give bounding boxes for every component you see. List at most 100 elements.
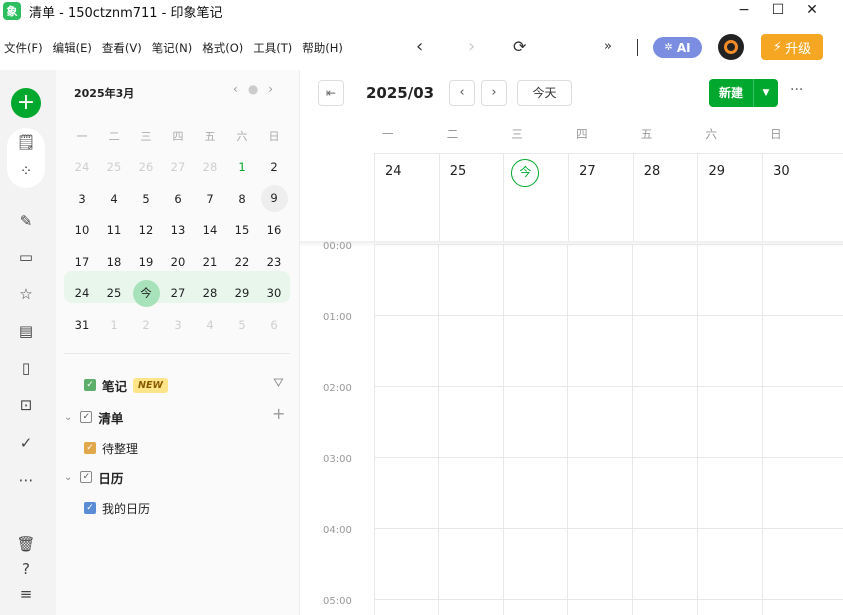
mini-day[interactable]: 27 xyxy=(162,160,194,174)
menu-file[interactable]: 文件(F) xyxy=(4,40,43,56)
mini-day[interactable]: 17 xyxy=(66,255,98,269)
mini-day[interactable]: 25 xyxy=(98,160,130,174)
help-icon[interactable]: ? xyxy=(16,559,36,579)
tree-item-lists[interactable]: ⌄ ✓ 清单 xyxy=(64,407,123,427)
day-cell[interactable]: 24 xyxy=(374,154,439,244)
mini-day-today[interactable]: 今 xyxy=(130,279,162,307)
day-cell[interactable]: 29 xyxy=(697,154,762,244)
trash-icon[interactable]: 🗑 xyxy=(16,534,36,554)
next-month-icon[interactable]: › xyxy=(268,82,273,96)
mini-day[interactable]: 28 xyxy=(194,286,226,300)
more-options-icon[interactable]: ··· xyxy=(790,82,803,98)
chevron-down-icon[interactable]: ⌄ xyxy=(64,412,72,423)
mini-day[interactable]: 14 xyxy=(194,223,226,237)
more-icon[interactable]: ⋯ xyxy=(16,470,36,490)
next-week-button[interactable]: › xyxy=(481,80,507,106)
day-cell[interactable]: 28 xyxy=(632,154,698,244)
mini-day[interactable]: 23 xyxy=(258,255,290,269)
upgrade-button[interactable]: ⚡ 升级 xyxy=(761,34,823,60)
tree-item-my-calendar[interactable]: ✓ 我的日历 xyxy=(84,498,150,518)
mini-day[interactable]: 22 xyxy=(226,255,258,269)
mini-day[interactable]: 4 xyxy=(194,318,226,332)
mini-day[interactable]: 1 xyxy=(98,318,130,332)
checkbox-checked-icon[interactable]: ✓ xyxy=(84,379,96,391)
tree-item-notes[interactable]: ✓ 笔记 NEW xyxy=(84,375,168,395)
tree-item-calendar[interactable]: ⌄ ✓ 日历 xyxy=(64,467,123,487)
bag-icon[interactable]: ⊡ xyxy=(16,395,36,415)
sync-icon[interactable]: ⟳ xyxy=(513,37,526,56)
mini-day[interactable]: 3 xyxy=(162,318,194,332)
mini-day[interactable]: 15 xyxy=(226,223,258,237)
time-grid[interactable] xyxy=(374,244,843,615)
minimize-button[interactable]: − xyxy=(727,0,761,20)
today-button[interactable]: 今天 xyxy=(517,80,572,106)
settings-list-icon[interactable]: ≡ xyxy=(16,584,36,604)
mini-day[interactable]: 13 xyxy=(162,223,194,237)
notebook-icon[interactable]: ▯ xyxy=(16,358,36,378)
task-check-icon[interactable]: ✓ xyxy=(16,433,36,453)
mini-day[interactable]: 2 xyxy=(130,318,162,332)
mini-day[interactable]: 29 xyxy=(226,286,258,300)
mini-day[interactable]: 19 xyxy=(130,255,162,269)
caret-down-icon[interactable]: ▼ xyxy=(754,79,778,107)
mini-day[interactable]: 24 xyxy=(66,286,98,300)
filter-icon[interactable]: ⛛ xyxy=(273,376,284,391)
mini-day[interactable]: 5 xyxy=(130,192,162,206)
new-button[interactable]: 新建 ▼ xyxy=(709,79,778,107)
mini-day[interactable]: 20 xyxy=(162,255,194,269)
back-arrow-icon[interactable]: ‹ xyxy=(416,36,423,57)
menu-help[interactable]: 帮助(H) xyxy=(302,40,343,56)
menu-note[interactable]: 笔记(N) xyxy=(152,40,193,56)
collapse-sidebar-icon[interactable]: ⇤ xyxy=(318,80,344,106)
mini-day-selected[interactable]: 9 xyxy=(258,185,290,213)
day-cell[interactable]: 25 xyxy=(438,154,504,244)
mini-day[interactable]: 7 xyxy=(194,192,226,206)
maximize-button[interactable]: ☐ xyxy=(761,0,795,20)
mini-day[interactable]: 6 xyxy=(258,318,290,332)
mini-day[interactable]: 8 xyxy=(226,192,258,206)
mini-day[interactable]: 25 xyxy=(98,286,130,300)
menu-view[interactable]: 查看(V) xyxy=(102,40,142,56)
ai-button[interactable]: ✲ AI xyxy=(653,37,702,58)
mini-day[interactable]: 11 xyxy=(98,223,130,237)
mini-day[interactable]: 1 xyxy=(226,160,258,174)
notes-icon[interactable]: ▤ xyxy=(16,321,36,341)
checkbox-checked-icon[interactable]: ✓ xyxy=(84,502,96,514)
chevron-down-icon[interactable]: ⌄ xyxy=(64,472,72,483)
checkbox-checked-icon[interactable]: ✓ xyxy=(80,471,93,483)
mini-day[interactable]: 6 xyxy=(162,192,194,206)
mini-day[interactable]: 2 xyxy=(258,160,290,174)
mini-day[interactable]: 4 xyxy=(98,192,130,206)
forward-arrow-icon[interactable]: › xyxy=(468,36,475,57)
day-cell-today[interactable]: 今 xyxy=(503,154,568,244)
current-dot-icon[interactable]: ● xyxy=(248,82,258,96)
mini-day[interactable]: 5 xyxy=(226,318,258,332)
add-icon[interactable]: + xyxy=(11,88,41,118)
checkbox-checked-icon[interactable]: ✓ xyxy=(80,411,93,423)
day-cell[interactable]: 30 xyxy=(762,154,827,244)
menu-edit[interactable]: 编辑(E) xyxy=(53,40,92,56)
expand-toolbar-icon[interactable]: » xyxy=(604,39,612,54)
new-note-icon[interactable]: 🗒 xyxy=(16,132,36,152)
mini-day[interactable]: 31 xyxy=(66,318,98,332)
mini-day[interactable]: 27 xyxy=(162,286,194,300)
mini-day[interactable]: 16 xyxy=(258,223,290,237)
mini-day[interactable]: 21 xyxy=(194,255,226,269)
close-button[interactable]: ✕ xyxy=(795,0,829,20)
mini-day[interactable]: 24 xyxy=(66,160,98,174)
mini-day[interactable]: 18 xyxy=(98,255,130,269)
tree-item-pending[interactable]: ✓ 待整理 xyxy=(84,438,138,458)
apps-grid-icon[interactable]: ⁘ xyxy=(16,161,36,181)
prev-month-icon[interactable]: ‹ xyxy=(233,82,238,96)
mini-day[interactable]: 28 xyxy=(194,160,226,174)
day-cell[interactable]: 27 xyxy=(568,154,633,244)
menu-format[interactable]: 格式(O) xyxy=(202,40,243,56)
avatar[interactable] xyxy=(718,34,744,60)
mini-day[interactable]: 26 xyxy=(130,160,162,174)
star-icon[interactable]: ☆ xyxy=(16,284,36,304)
mini-day[interactable]: 30 xyxy=(258,286,290,300)
mini-day[interactable]: 10 xyxy=(66,223,98,237)
prev-week-button[interactable]: ‹ xyxy=(449,80,475,106)
ai-chat-icon[interactable]: ▭ xyxy=(16,247,36,267)
menu-tools[interactable]: 工具(T) xyxy=(253,40,292,56)
